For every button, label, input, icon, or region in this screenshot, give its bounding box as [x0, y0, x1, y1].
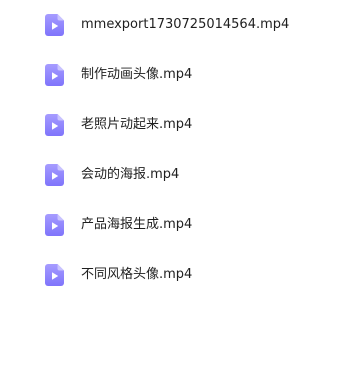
file-name: 老照片动起来.mp4 — [81, 117, 193, 132]
video-file-icon — [45, 264, 64, 286]
video-file-icon — [45, 14, 64, 36]
video-file-icon — [45, 214, 64, 236]
file-list: mmexport1730725014564.mp4 制作动画头像.mp4 老照片… — [0, 0, 363, 372]
file-item[interactable]: 不同风格头像.mp4 — [0, 250, 363, 300]
file-name: 不同风格头像.mp4 — [81, 267, 193, 282]
file-item[interactable]: mmexport1730725014564.mp4 — [0, 0, 363, 50]
file-item[interactable]: 产品海报生成.mp4 — [0, 200, 363, 250]
file-item[interactable]: 会动的海报.mp4 — [0, 150, 363, 200]
video-file-icon — [45, 114, 64, 136]
video-file-icon — [45, 164, 64, 186]
file-item[interactable]: 制作动画头像.mp4 — [0, 50, 363, 100]
file-name: 会动的海报.mp4 — [81, 167, 180, 182]
file-name: mmexport1730725014564.mp4 — [81, 17, 290, 32]
file-item[interactable]: 老照片动起来.mp4 — [0, 100, 363, 150]
video-file-icon — [45, 64, 64, 86]
file-name: 产品海报生成.mp4 — [81, 217, 193, 232]
file-name: 制作动画头像.mp4 — [81, 67, 193, 82]
